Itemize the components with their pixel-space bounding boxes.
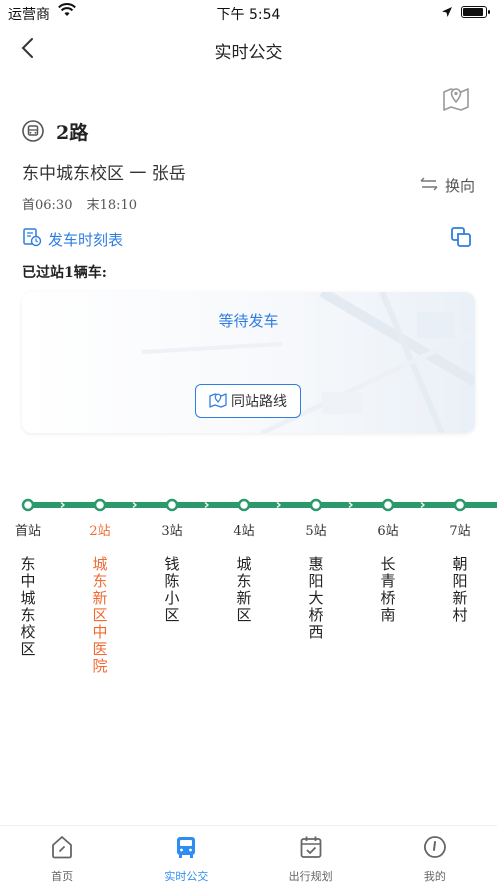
home-icon [49,834,75,864]
last-bus-time: 末18:10 [86,198,138,213]
same-stop-routes-label: 同站路线 [231,394,287,410]
location-arrow-icon [441,6,453,22]
stop-dot [21,498,35,512]
tab-realtime-bus[interactable]: 实时公交 [124,826,248,883]
stop-dot [237,498,251,512]
bus-status-card: 等待发车 同站路线 [22,292,475,433]
clock-label: 下午 5:54 [216,7,281,23]
tab-home[interactable]: 首页 [0,826,124,883]
stop-name: 朝阳新村 [452,555,468,624]
route-name: 2路 [56,122,89,144]
stop-item[interactable]: 5站 惠阳大桥西 [291,520,341,641]
switch-direction-button[interactable]: 换向 [419,175,475,196]
stop-number: 3站 [161,524,183,539]
stop-number: 5站 [305,524,327,539]
bus-icon [173,834,199,864]
stop-number: 2站 [89,524,111,539]
stop-name: 城东新区 [236,555,252,624]
stop-item-current[interactable]: 2站 城东新区中医院 [75,520,125,675]
stop-name: 东中城东校区 [20,555,36,658]
nav-bar: 实时公交 [0,26,497,72]
switch-direction-label: 换向 [444,177,475,195]
route-direction: 东中城东校区 一 张岳 [22,164,186,184]
stop-number: 7站 [449,524,471,539]
stop-item[interactable]: 4站 城东新区 [219,520,269,624]
copy-icon[interactable] [449,225,473,249]
route-line-track [21,498,497,512]
stop-dot [165,498,179,512]
battery-icon [461,6,490,18]
stop-name: 长青桥南 [380,555,396,624]
stop-number: 6站 [377,524,399,539]
tab-trip-planning[interactable]: 出行规划 [249,826,373,883]
stop-name: 惠阳大桥西 [308,555,324,641]
tab-label: 我的 [423,870,446,883]
page-title: 实时公交 [214,43,283,63]
tab-label: 出行规划 [288,870,333,883]
timetable-label: 发车时刻表 [48,230,124,249]
map-route-icon [209,390,227,412]
stop-number: 4站 [233,524,255,539]
operating-hours: 首06:30 末18:10 [22,194,147,213]
same-stop-routes-button[interactable]: 同站路线 [195,384,301,418]
tab-label: 实时公交 [164,870,209,883]
waiting-status: 等待发车 [218,312,279,330]
stop-dot [381,498,395,512]
tab-profile[interactable]: 我的 [373,826,497,883]
stop-item[interactable]: 6站 长青桥南 [363,520,413,624]
passed-buses-label: 已过站1辆车: [22,265,107,281]
timetable-icon [22,227,42,251]
stop-name: 钱陈小区 [164,555,180,624]
timetable-link[interactable]: 发车时刻表 [22,227,123,251]
status-bar: 运营商 下午 5:54 [0,0,497,26]
stop-number: 首站 [14,524,41,539]
stop-name: 城东新区中医院 [92,555,108,675]
stop-item[interactable]: 首站 东中城东校区 [3,520,53,658]
first-bus-time: 首06:30 [22,198,73,213]
stop-item[interactable]: 7站 朝阳新村 [435,520,485,624]
swap-arrows-icon [419,177,439,195]
tab-bar: 首页 实时公交 出行规划 我的 [0,825,497,883]
map-pin-icon[interactable] [441,82,471,112]
stop-dot [309,498,323,512]
bus-icon [22,120,44,142]
stop-dot [453,498,467,512]
tab-label: 首页 [51,870,74,883]
stop-item[interactable]: 3站 钱陈小区 [147,520,197,624]
stop-dot [93,498,107,512]
profile-icon [422,834,448,864]
calendar-icon [298,834,324,864]
